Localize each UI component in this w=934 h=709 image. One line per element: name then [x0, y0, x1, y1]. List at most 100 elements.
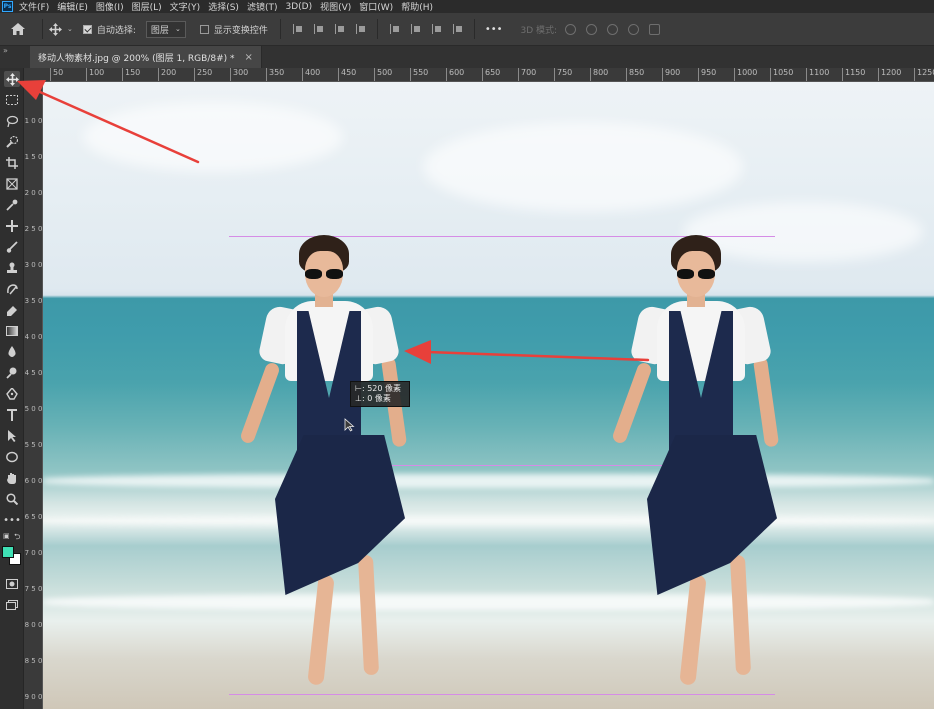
sunglasses	[677, 269, 715, 279]
ruler-tick: 50	[50, 68, 63, 81]
menu-type[interactable]: 文字(Y)	[170, 0, 201, 13]
home-button[interactable]	[0, 23, 36, 35]
align-right-icon[interactable]	[334, 24, 344, 34]
ruler-tick: 2 0 0	[24, 189, 43, 197]
person-leg	[307, 574, 335, 686]
more-tools-button[interactable]: •••	[3, 512, 21, 528]
3d-mode-label: 3D 模式:	[520, 25, 558, 36]
ruler-tick: 6 5 0	[24, 513, 43, 521]
align-hcenter-icon[interactable]	[313, 24, 323, 34]
shape-tool[interactable]	[4, 449, 20, 465]
eraser-icon	[7, 306, 17, 316]
crop-tool[interactable]	[4, 155, 20, 171]
3d-pan-icon[interactable]	[607, 23, 619, 35]
3d-roll-icon[interactable]	[586, 23, 598, 35]
swap-colors-icon[interactable]: ⮌	[14, 531, 20, 545]
3d-slide-icon[interactable]	[628, 23, 640, 35]
menu-image[interactable]: 图像(I)	[96, 0, 124, 13]
person-leg	[679, 574, 707, 686]
eraser-tool[interactable]	[4, 302, 20, 318]
menu-filter[interactable]: 滤镜(T)	[247, 0, 278, 13]
ruler-tick: 200	[158, 68, 176, 81]
healing-tool[interactable]	[4, 218, 20, 234]
path-select-tool[interactable]	[4, 428, 20, 444]
original-person-layer[interactable]	[239, 235, 443, 695]
mouse-cursor-icon	[344, 418, 355, 432]
3d-scale-icon[interactable]	[649, 23, 661, 35]
vertical-ruler[interactable]: 1 0 0 1 5 0 2 0 0 2 5 0 3 0 0 3 5 0 4 0 …	[24, 82, 43, 709]
hand-tool[interactable]	[4, 470, 20, 486]
ruler-tick: 8 0 0	[24, 621, 43, 629]
quick-select-tool[interactable]	[4, 134, 20, 150]
healing-icon	[6, 220, 18, 232]
move-tool[interactable]	[4, 71, 20, 87]
blur-icon	[8, 346, 16, 357]
align-vcenter-icon[interactable]	[410, 24, 420, 34]
history-brush-icon	[7, 284, 18, 295]
type-icon	[7, 409, 17, 421]
history-brush-tool[interactable]	[4, 281, 20, 297]
duplicated-person-layer[interactable]	[611, 235, 815, 695]
ruler-tick: 2 5 0	[24, 225, 43, 233]
document-tab[interactable]: 移动人物素材.jpg @ 200% (图层 1, RGB/8#) * ×	[30, 46, 262, 68]
marquee-tool[interactable]	[4, 92, 20, 108]
menu-edit[interactable]: 编辑(E)	[57, 0, 88, 13]
menu-3d[interactable]: 3D(D)	[285, 2, 312, 12]
person-arm	[239, 361, 281, 445]
blur-tool[interactable]	[4, 344, 20, 360]
ruler-tick: 950	[698, 68, 716, 81]
photoshop-logo: Ps	[2, 1, 13, 12]
ruler-tick: 1100	[806, 68, 829, 81]
stamp-tool[interactable]	[4, 260, 20, 276]
ruler-origin[interactable]	[24, 68, 43, 82]
show-transform-checkbox[interactable]	[199, 24, 209, 34]
menu-view[interactable]: 视图(V)	[320, 0, 351, 13]
menu-layer[interactable]: 图层(L)	[132, 0, 162, 13]
horizontal-ruler[interactable]: 50 100 150 200 250 300 350 400 450 500 5…	[43, 68, 934, 82]
home-icon	[11, 23, 25, 35]
show-transform-label: 显示变换控件	[213, 25, 268, 36]
align-bottom-icon[interactable]	[431, 24, 441, 34]
panel-collapse-icon[interactable]: »	[3, 46, 8, 55]
sunglasses	[305, 269, 343, 279]
distribute-vertical-icon[interactable]	[355, 24, 365, 34]
distribute-horizontal-icon[interactable]	[452, 24, 462, 34]
type-tool[interactable]	[4, 407, 20, 423]
auto-select-checkbox[interactable]	[82, 24, 92, 34]
screen-mode-button[interactable]	[4, 597, 20, 613]
dodge-tool[interactable]	[4, 365, 20, 381]
menu-help[interactable]: 帮助(H)	[401, 0, 433, 13]
document-canvas[interactable]	[43, 82, 934, 709]
default-colors-icon[interactable]: ▣	[3, 532, 10, 540]
3d-orbit-icon[interactable]	[565, 23, 577, 35]
more-options-button[interactable]: •••	[485, 24, 503, 35]
move-tool-preset[interactable]: ⌄	[49, 22, 73, 36]
brush-tool[interactable]	[4, 239, 20, 255]
ruler-tick: 7 5 0	[24, 585, 43, 593]
document-tab-title: 移动人物素材.jpg @ 200% (图层 1, RGB/8#) *	[38, 53, 235, 64]
menu-file[interactable]: 文件(F)	[19, 0, 49, 13]
foreground-color-swatch[interactable]	[2, 546, 14, 558]
quick-mask-button[interactable]	[4, 576, 20, 592]
pen-tool[interactable]	[4, 386, 20, 402]
cloud	[423, 122, 743, 212]
align-top-icon[interactable]	[389, 24, 399, 34]
zoom-tool[interactable]	[4, 491, 20, 507]
move-icon	[49, 22, 62, 36]
close-icon[interactable]: ×	[245, 52, 253, 63]
gradient-tool[interactable]	[4, 323, 20, 339]
frame-icon	[6, 178, 18, 190]
auto-select-target-dropdown[interactable]: 图层 ⌄	[145, 20, 186, 38]
align-left-icon[interactable]	[292, 24, 302, 34]
menu-select[interactable]: 选择(S)	[208, 0, 239, 13]
lasso-tool[interactable]	[4, 113, 20, 129]
document-tab-bar: » 移动人物素材.jpg @ 200% (图层 1, RGB/8#) * ×	[0, 46, 934, 68]
ruler-tick: 1050	[770, 68, 793, 81]
marquee-icon	[6, 95, 18, 105]
frame-tool[interactable]	[4, 176, 20, 192]
menu-window[interactable]: 窗口(W)	[359, 0, 393, 13]
chevron-down-icon: ⌄	[67, 25, 73, 33]
eyedropper-tool[interactable]	[4, 197, 20, 213]
person-skirt	[275, 435, 405, 595]
ruler-tick: 5 0 0	[24, 405, 43, 413]
